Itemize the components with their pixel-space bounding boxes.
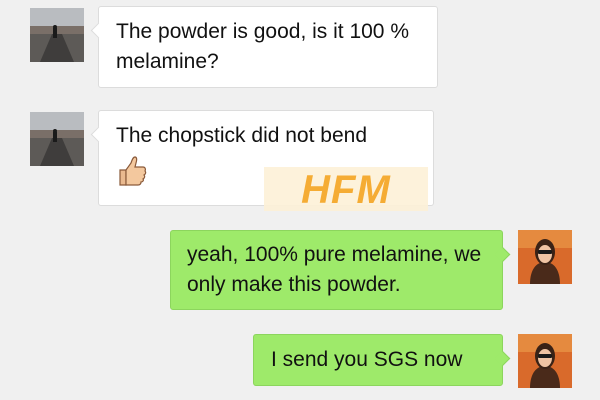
message-bubble-outgoing[interactable]: I send you SGS now <box>253 334 511 386</box>
bubble-tail <box>494 246 511 263</box>
user-avatar[interactable] <box>518 230 572 284</box>
contact-avatar[interactable] <box>30 112 84 166</box>
message-text: yeah, 100% pure melamine, we only make t… <box>187 243 482 296</box>
road-photo-avatar-icon <box>30 8 84 62</box>
hfm-watermark-logo: HFM <box>264 167 428 211</box>
portrait-avatar-icon <box>518 230 572 284</box>
user-avatar[interactable] <box>518 334 572 388</box>
message-text: The powder is good, is it 100 % melamine… <box>116 20 409 73</box>
watermark-text: HFM <box>301 168 391 211</box>
portrait-avatar-icon <box>518 334 572 388</box>
contact-avatar[interactable] <box>30 8 84 62</box>
message-bubble-incoming[interactable]: The powder is good, is it 100 % melamine… <box>90 6 438 88</box>
bubble-tail <box>90 22 107 39</box>
thumbs-up-icon <box>119 156 147 186</box>
message-text: The chopstick did not bend <box>116 124 367 147</box>
bubble-tail <box>90 126 107 143</box>
bubble-tail <box>494 350 511 367</box>
message-bubble-outgoing[interactable]: yeah, 100% pure melamine, we only make t… <box>170 230 511 310</box>
message-text: I send you SGS now <box>271 348 463 371</box>
road-photo-avatar-icon <box>30 112 84 166</box>
